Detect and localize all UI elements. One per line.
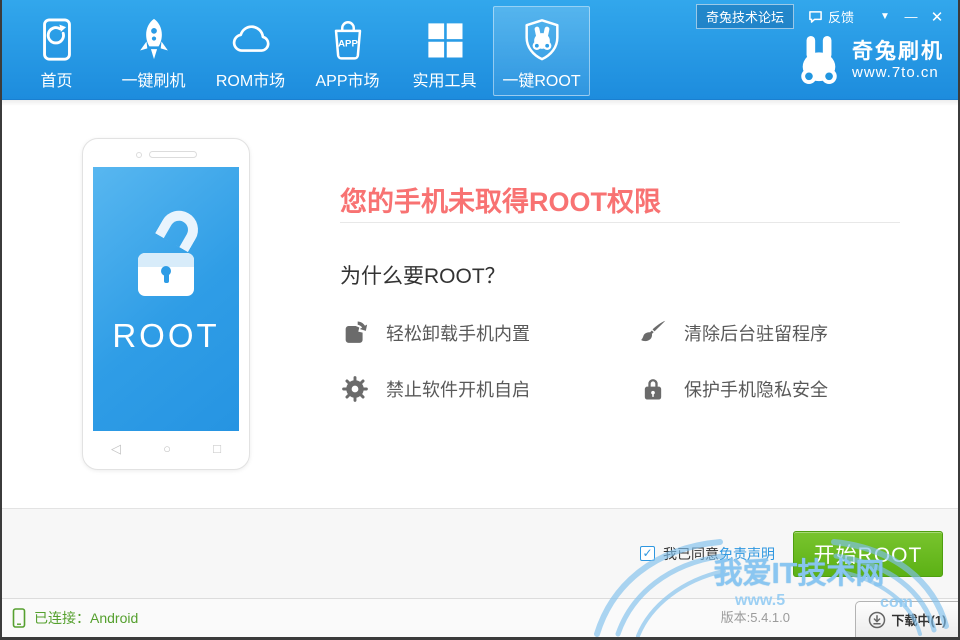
feature-text: 轻松卸载手机内置 (386, 320, 530, 346)
download-label: 下载中(1) (892, 610, 947, 629)
appstore-badge-text: APP (338, 39, 358, 50)
divider (340, 222, 900, 223)
rabbit-logo-icon (796, 34, 842, 86)
brand-url: www.7to.cn (852, 64, 944, 81)
home-icon (34, 16, 80, 64)
feature-autostart: 禁止软件开机自启 (340, 372, 602, 406)
main-nav: 首页 一键刷机 (8, 6, 590, 96)
tab-app-market[interactable]: APP APP市场 (299, 6, 396, 96)
cloud-icon (226, 16, 276, 64)
phone-recent-icon: □ (213, 441, 221, 457)
connection-text: 已连接：Android (34, 608, 138, 628)
appstore-icon: APP (325, 16, 371, 64)
tools-icon (424, 16, 466, 64)
brand-name: 奇兔刷机 (852, 40, 944, 64)
tab-one-key-root[interactable]: 一键ROOT (493, 6, 590, 96)
phone-home-icon: ○ (163, 441, 171, 457)
tab-label: 首页 (40, 67, 72, 91)
feature-text: 清除后台驻留程序 (684, 320, 828, 346)
root-screen-text: ROOT (93, 317, 239, 355)
brand-logo: 奇兔刷机 www.7to.cn (796, 34, 944, 86)
agreement-bar: ✓ 我已同意 免责声明 开始ROOT (2, 508, 958, 598)
tab-label: 实用工具 (412, 67, 476, 91)
feedback-button[interactable]: 反馈 (808, 7, 854, 26)
feature-list: 轻松卸载手机内置 清除后台驻留程序 (340, 316, 900, 406)
tab-one-key-flash[interactable]: 一键刷机 (105, 6, 202, 96)
lock-icon (638, 374, 668, 404)
app-window: 首页 一键刷机 (0, 0, 960, 640)
uninstall-icon (340, 318, 370, 348)
close-button[interactable]: ✕ (924, 8, 950, 26)
feedback-label: 反馈 (828, 7, 854, 26)
window-topbar: 奇兔技术论坛 反馈 ▼ — ✕ (696, 4, 950, 29)
gear-icon (340, 374, 370, 404)
forum-button[interactable]: 奇兔技术论坛 (696, 4, 794, 29)
tab-label: APP市场 (315, 67, 379, 91)
feature-privacy: 保护手机隐私安全 (638, 372, 900, 406)
rocket-icon (131, 16, 177, 64)
disclaimer-link[interactable]: 免责声明 (719, 544, 775, 564)
tab-home[interactable]: 首页 (8, 6, 105, 96)
agree-label: 我已同意 (663, 544, 719, 564)
unlocked-padlock-shackle (155, 204, 205, 252)
phone-back-icon: ◁ (111, 441, 121, 457)
feature-text: 保护手机隐私安全 (684, 376, 828, 402)
root-shield-icon (519, 16, 565, 64)
feature-uninstall: 轻松卸载手机内置 (340, 316, 602, 350)
clean-icon (638, 318, 668, 348)
download-button[interactable]: 下载中(1) (855, 601, 958, 637)
dropdown-arrow-button[interactable]: ▼ (872, 11, 898, 22)
why-root-title: 为什么要ROOT？ (340, 260, 506, 290)
speech-bubble-icon (808, 10, 823, 24)
minimize-button[interactable]: — (898, 9, 924, 24)
tab-rom-market[interactable]: ROM市场 (202, 6, 299, 96)
feature-text: 禁止软件开机自启 (386, 376, 530, 402)
main-content: ROOT ◁ ○ □ 您的手机未取得ROOT权限 为什么要ROOT？ 轻松卸载手… (2, 100, 958, 508)
keyhole (161, 266, 171, 276)
tab-label: 一键ROOT (502, 67, 580, 91)
phone-screen: ROOT (93, 167, 239, 431)
tab-label: ROM市场 (216, 67, 285, 91)
version-label: 版本:5.4.1.0 (721, 599, 790, 637)
header: 首页 一键刷机 (2, 0, 958, 100)
start-root-button[interactable]: 开始ROOT (793, 531, 943, 577)
connection-status: 已连接：Android (12, 608, 138, 628)
phone-illustration: ROOT ◁ ○ □ (82, 138, 250, 470)
phone-connected-icon (12, 608, 26, 628)
tab-utilities[interactable]: 实用工具 (396, 6, 493, 96)
feature-clean: 清除后台驻留程序 (638, 316, 900, 350)
unlocked-padlock-icon (138, 253, 194, 296)
phone-earpiece (83, 151, 249, 158)
status-bar: 已连接：Android 版本:5.4.1.0 下载中(1) (2, 598, 958, 637)
agree-checkbox[interactable]: ✓ (640, 546, 655, 561)
download-circle-icon (868, 611, 886, 629)
page-title: 您的手机未取得ROOT权限 (340, 180, 661, 219)
phone-nav-buttons: ◁ ○ □ (83, 441, 249, 457)
tab-label: 一键刷机 (121, 67, 185, 91)
